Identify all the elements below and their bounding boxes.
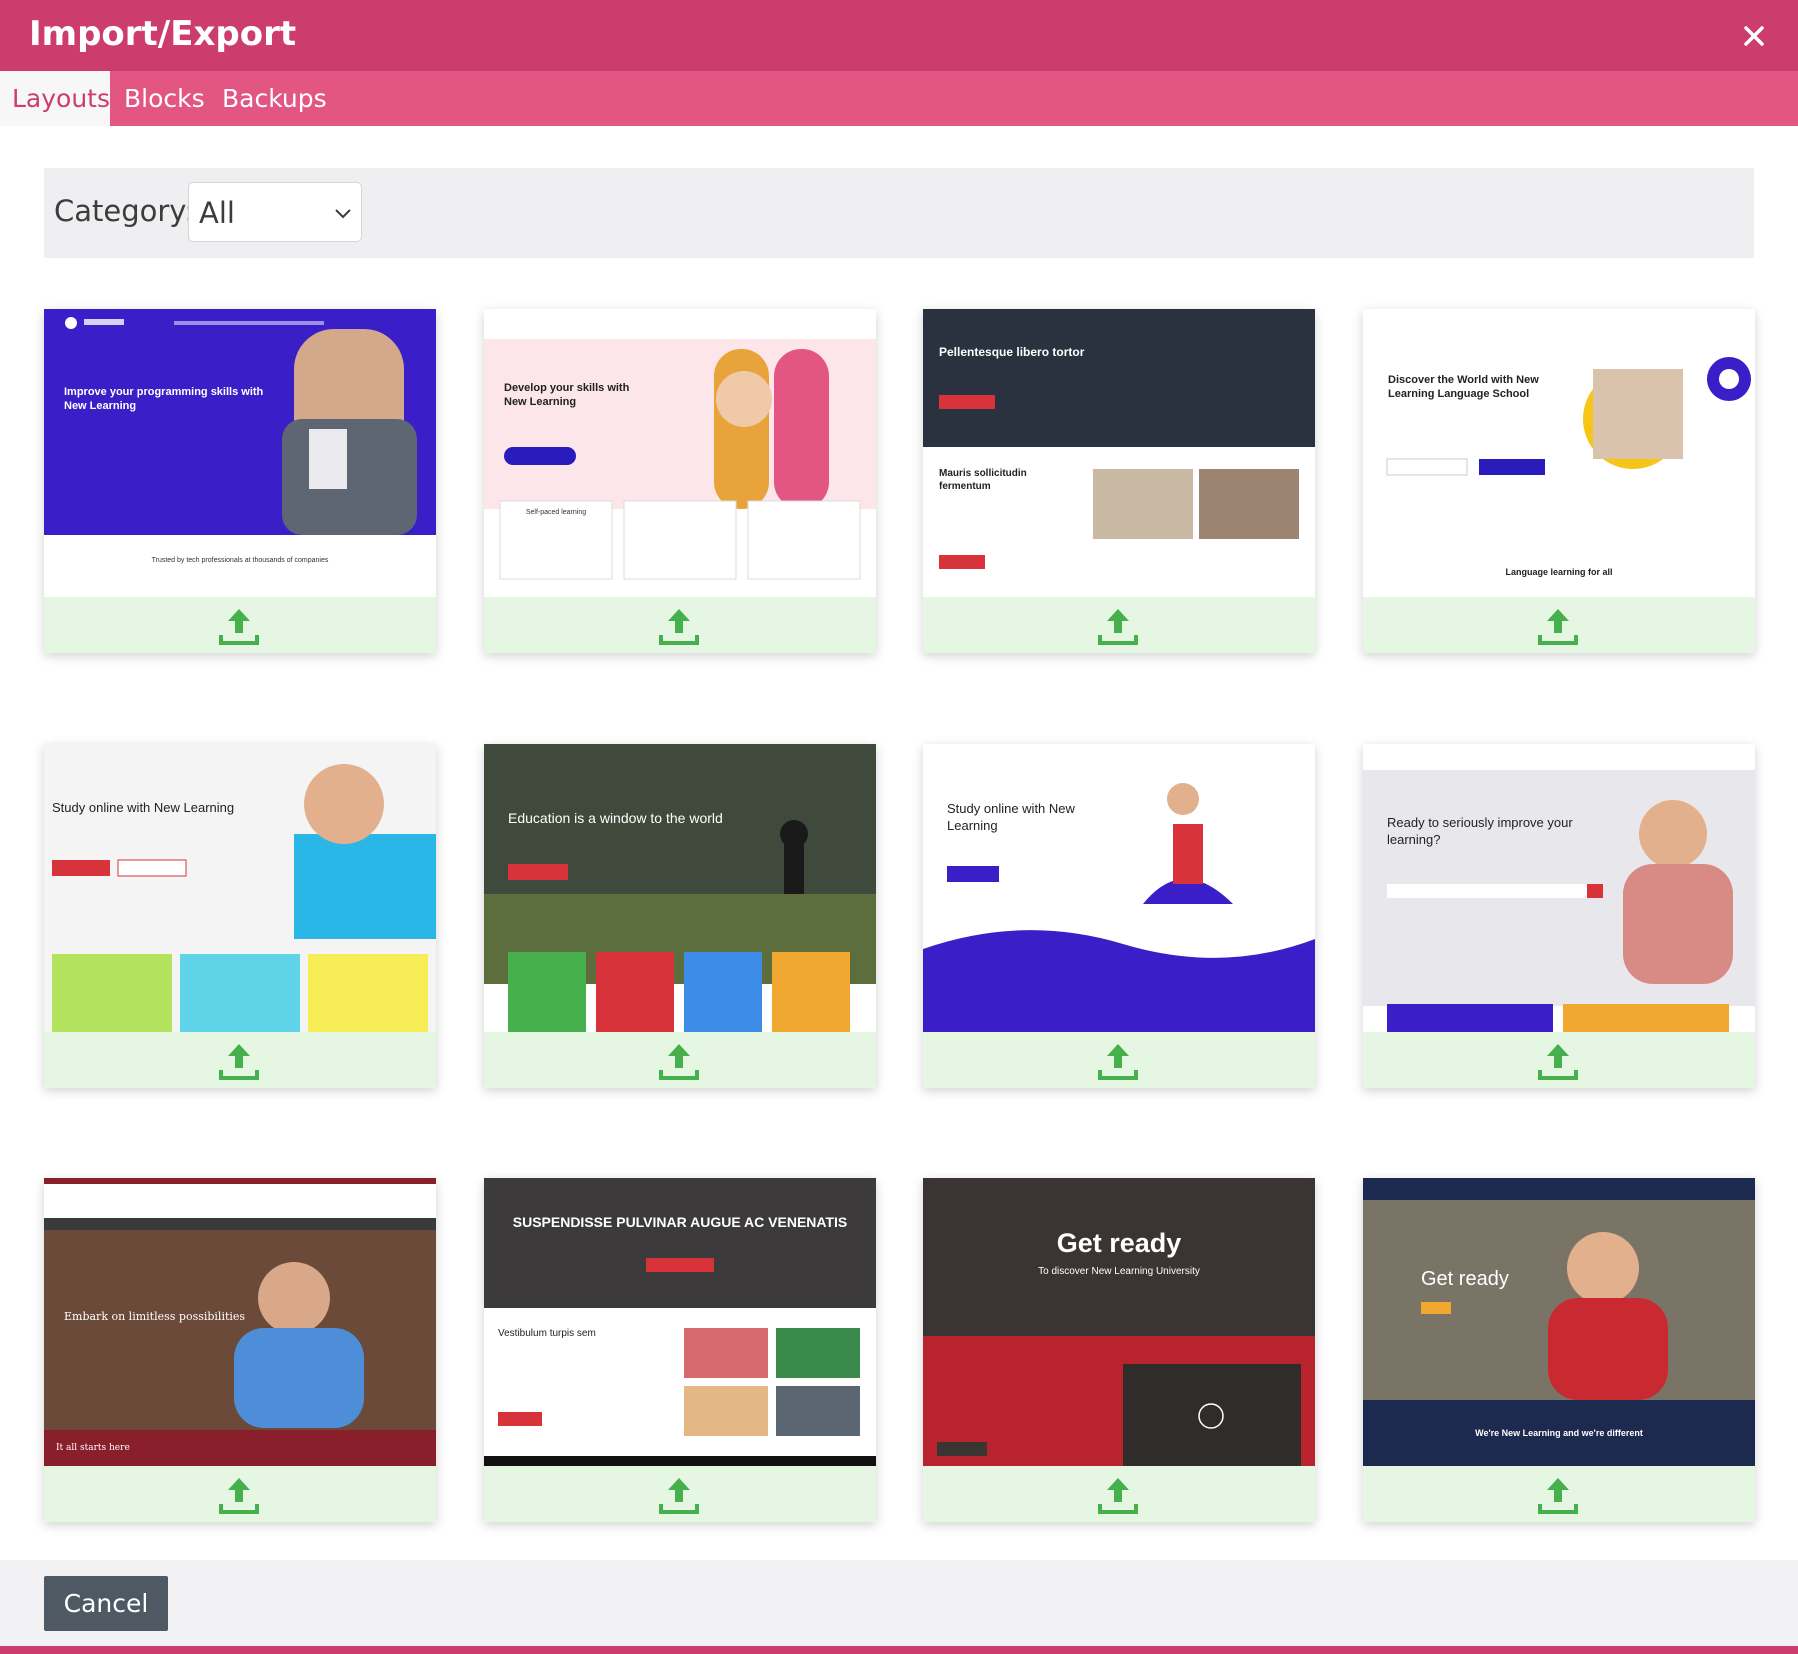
layout-heading: Discover the World with New Learning Lan… bbox=[1388, 374, 1539, 400]
layout-card[interactable]: Get ready We're New Learning and we're d… bbox=[1363, 1178, 1755, 1522]
upload-icon bbox=[659, 1044, 699, 1080]
upload-icon bbox=[1098, 1478, 1138, 1514]
layout-card[interactable]: Ready to seriously improve your learning… bbox=[1363, 744, 1755, 1088]
chevron-down-icon bbox=[335, 209, 351, 219]
upload-icon bbox=[219, 1478, 259, 1514]
layout-thumbnail: Discover the World with New Learning Lan… bbox=[1363, 309, 1755, 597]
upload-icon bbox=[219, 609, 259, 645]
layout-thumbnail: Improve your programming skills with New… bbox=[44, 309, 436, 597]
import-button[interactable] bbox=[923, 1466, 1315, 1522]
layout-heading: Embark on limitless possibilities bbox=[64, 1310, 246, 1323]
import-button[interactable] bbox=[484, 1466, 876, 1522]
import-button[interactable] bbox=[923, 1032, 1315, 1088]
layout-heading: Get ready bbox=[1056, 1228, 1182, 1258]
close-icon bbox=[1744, 26, 1764, 46]
layout-thumbnail: Get ready To discover New Learning Unive… bbox=[923, 1178, 1315, 1466]
layout-heading: Get ready bbox=[1421, 1268, 1509, 1290]
category-value: All bbox=[199, 196, 235, 230]
import-button[interactable] bbox=[1363, 1032, 1755, 1088]
upload-icon bbox=[659, 1478, 699, 1514]
layout-card[interactable]: Improve your programming skills with New… bbox=[44, 309, 436, 653]
import-button[interactable] bbox=[44, 1032, 436, 1088]
footer-accent-line bbox=[0, 1646, 1798, 1654]
layout-heading: Study online with New Learning bbox=[947, 801, 1075, 833]
layout-thumbnail: Education is a window to the world bbox=[484, 744, 876, 1032]
layout-footer-text: Vestibulum turpis sem bbox=[498, 1328, 596, 1339]
layout-thumbnail: Get ready We're New Learning and we're d… bbox=[1363, 1178, 1755, 1466]
import-button[interactable] bbox=[44, 597, 436, 653]
layout-card[interactable]: Develop your skills with New Learning Se… bbox=[484, 309, 876, 653]
layout-thumbnail: Pellentesque libero tortor Mauris sollic… bbox=[923, 309, 1315, 597]
upload-icon bbox=[659, 609, 699, 645]
upload-icon bbox=[1098, 609, 1138, 645]
layout-card[interactable]: Education is a window to the world bbox=[484, 744, 876, 1088]
upload-icon bbox=[1538, 1044, 1578, 1080]
upload-icon bbox=[1098, 1044, 1138, 1080]
tab-bar: Layouts Blocks Backups bbox=[0, 71, 1798, 126]
layout-heading: SUSPENDISSE PULVINAR AUGUE AC VENENATIS bbox=[512, 1214, 848, 1230]
layout-thumbnail: Develop your skills with New Learning Se… bbox=[484, 309, 876, 597]
layout-footer-text: Language learning for all bbox=[1505, 567, 1613, 577]
layout-card[interactable]: SUSPENDISSE PULVINAR AUGUE AC VENENATIS … bbox=[484, 1178, 876, 1522]
import-button[interactable] bbox=[484, 1032, 876, 1088]
import-button[interactable] bbox=[923, 597, 1315, 653]
layout-footer-text: We're New Learning and we're different bbox=[1475, 1428, 1643, 1438]
upload-icon bbox=[219, 1044, 259, 1080]
layout-heading: Education is a window to the world bbox=[508, 810, 723, 826]
upload-icon bbox=[1538, 1478, 1578, 1514]
layout-heading: Ready to seriously improve your learning… bbox=[1387, 815, 1573, 847]
layout-thumbnail: Embark on limitless possibilities It all… bbox=[44, 1178, 436, 1466]
layout-thumbnail: Study online with New Learning bbox=[44, 744, 436, 1032]
layout-footer-text: Mauris sollicitudin fermentum bbox=[939, 468, 1027, 492]
layout-card[interactable]: Get ready To discover New Learning Unive… bbox=[923, 1178, 1315, 1522]
dialog-footer bbox=[0, 1560, 1798, 1646]
layout-footer-text: To discover New Learning University bbox=[1038, 1266, 1200, 1277]
upload-icon bbox=[1538, 609, 1578, 645]
layout-heading: Pellentesque libero tortor bbox=[939, 345, 1085, 359]
cancel-button[interactable]: Cancel bbox=[44, 1576, 168, 1631]
category-select[interactable]: All bbox=[188, 182, 362, 242]
layout-card[interactable]: Embark on limitless possibilities It all… bbox=[44, 1178, 436, 1522]
layout-footer-text: Trusted by tech professionals at thousan… bbox=[151, 557, 329, 564]
layout-footer-text: It all starts here bbox=[56, 1443, 130, 1453]
layout-heading: Develop your skills with New Learning bbox=[504, 382, 630, 408]
import-button[interactable] bbox=[44, 1466, 436, 1522]
filter-bar: Category: All bbox=[44, 168, 1754, 258]
layout-thumbnail: SUSPENDISSE PULVINAR AUGUE AC VENENATIS … bbox=[484, 1178, 876, 1466]
tab-backups[interactable]: Backups bbox=[214, 71, 354, 126]
layout-card[interactable]: Study online with New Learning bbox=[44, 744, 436, 1088]
dialog-title: Import/Export bbox=[29, 14, 297, 54]
import-button[interactable] bbox=[1363, 1466, 1755, 1522]
layout-thumbnail: Study online with New Learning bbox=[923, 744, 1315, 1032]
tab-layouts[interactable]: Layouts bbox=[0, 71, 110, 126]
import-button[interactable] bbox=[1363, 597, 1755, 653]
category-label: Category: bbox=[54, 194, 195, 228]
layout-card[interactable]: Pellentesque libero tortor Mauris sollic… bbox=[923, 309, 1315, 653]
import-button[interactable] bbox=[484, 597, 876, 653]
dialog-titlebar: Import/Export bbox=[0, 0, 1798, 71]
close-button[interactable] bbox=[1734, 16, 1774, 56]
layout-footer-text: Self-paced learning bbox=[525, 509, 587, 516]
tab-blocks[interactable]: Blocks bbox=[110, 71, 214, 126]
layout-heading: Improve your programming skills with New… bbox=[64, 386, 264, 412]
layout-heading: Study online with New Learning bbox=[52, 800, 235, 815]
layout-card[interactable]: Discover the World with New Learning Lan… bbox=[1363, 309, 1755, 653]
layout-thumbnail: Ready to seriously improve your learning… bbox=[1363, 744, 1755, 1032]
layout-card[interactable]: Study online with New Learning bbox=[923, 744, 1315, 1088]
